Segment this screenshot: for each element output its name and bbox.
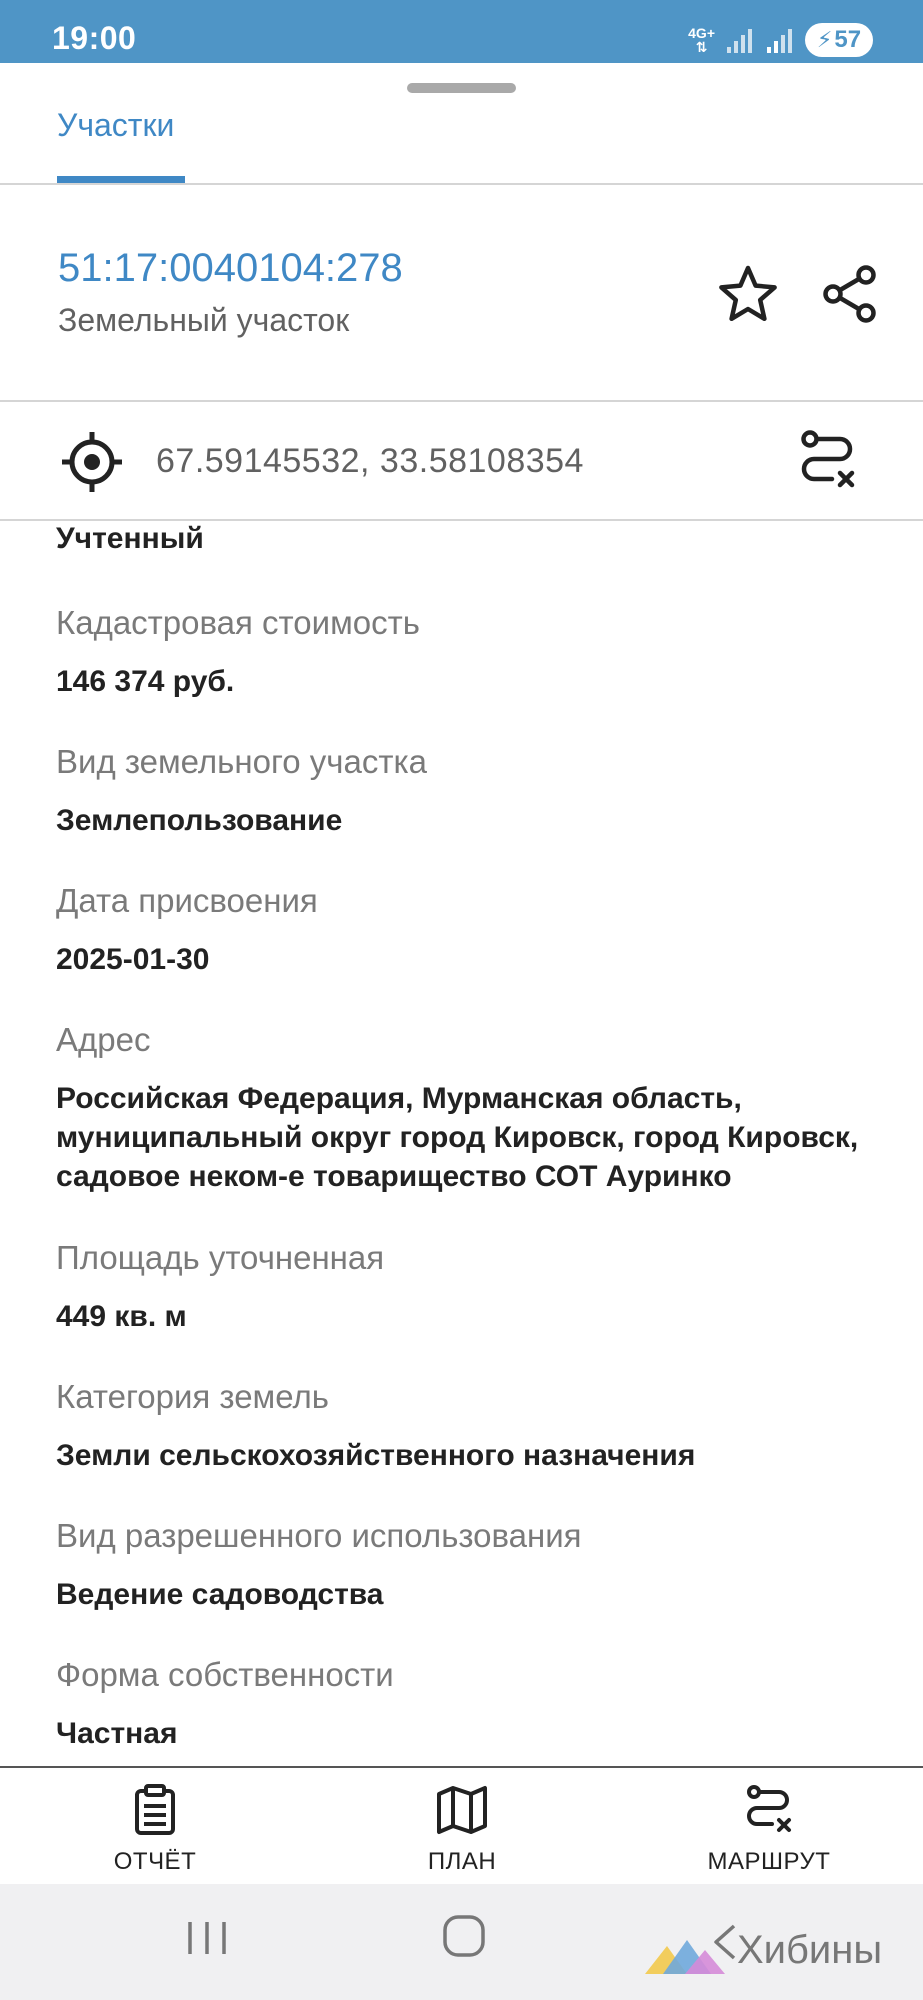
plan-label: ПЛАН [427, 1848, 497, 1875]
field-label: Дата присвоения [56, 882, 318, 919]
battery-indicator: ⚡ 57 [805, 23, 873, 57]
home-icon[interactable] [442, 1914, 486, 1958]
field-assign-date: Дата присвоения 2025-01-30 [56, 882, 916, 979]
map-icon [437, 1786, 487, 1834]
cadastral-number[interactable]: 51:17:0040104:278 [58, 246, 403, 291]
tab-active-indicator [57, 176, 185, 183]
object-type: Земельный участок [58, 302, 350, 338]
parcel-details: Учтенный Кадастровая стоимость 146 374 р… [0, 522, 923, 1766]
coordinates-row: 67.59145532, 33.58108354 [0, 402, 923, 521]
field-value: Землепользование [56, 804, 343, 837]
field-label: Площадь уточненная [56, 1239, 385, 1276]
bottom-navigation: ОТЧЁТ ПЛАН МАРШРУТ [0, 1766, 923, 1884]
signal-icon-2 [767, 29, 792, 53]
field-value: 146 374 руб. [56, 665, 235, 698]
recent-apps-icon[interactable] [186, 1918, 228, 1958]
report-button[interactable]: ОТЧЁТ [55, 1768, 255, 1886]
watermark-text: Хибины [737, 1928, 883, 1972]
field-land-category: Категория земель Земли сельскохозяйствен… [56, 1378, 916, 1475]
field-value: 449 кв. м [56, 1300, 187, 1333]
route-icon[interactable] [796, 429, 860, 493]
report-label: ОТЧЁТ [113, 1848, 197, 1875]
field-value: 2025-01-30 [56, 943, 210, 976]
parcel-header: 51:17:0040104:278 Земельный участок [0, 186, 923, 402]
field-label: Форма собственности [56, 1656, 394, 1693]
field-label: Вид разрешенного использования [56, 1517, 582, 1554]
field-land-kind: Вид земельного участка Землепользование [56, 743, 916, 840]
route-icon [747, 1785, 791, 1832]
data-arrows-icon: ⇅ [695, 39, 708, 55]
system-navigation-bar: Хибины [0, 1884, 923, 2000]
status-time: 19:00 [52, 20, 137, 56]
network-type: 4G+ ⇅ [688, 25, 715, 55]
sheet-drag-handle[interactable] [407, 83, 516, 93]
route-button[interactable]: МАРШРУТ [669, 1768, 869, 1886]
charging-icon: ⚡ [816, 27, 833, 52]
field-label: Категория земель [56, 1378, 329, 1415]
status-indicators: 4G+ ⇅ ⚡ 57 [688, 22, 873, 58]
coordinates-text[interactable]: 67.59145532, 33.58108354 [156, 442, 584, 481]
tab-bar: Участки [0, 95, 923, 185]
plan-button[interactable]: ПЛАН [362, 1768, 562, 1886]
tab-parcels[interactable]: Участки [57, 107, 174, 144]
share-icon[interactable] [818, 262, 882, 326]
field-label: Кадастровая стоимость [56, 604, 420, 641]
field-value: Ведение садоводства [56, 1578, 384, 1611]
field-label: Адрес [56, 1021, 151, 1058]
signal-icon [727, 29, 752, 53]
field-value: Частная [56, 1717, 178, 1750]
field-area: Площадь уточненная 449 кв. м [56, 1239, 916, 1336]
route-label: МАРШРУТ [707, 1848, 831, 1875]
status-value: Учтенный [56, 522, 204, 555]
clipboard-icon [135, 1784, 175, 1835]
field-ownership: Форма собственности Частная [56, 1656, 916, 1753]
field-address: Адрес Российская Федерация, Мурманская о… [56, 1021, 916, 1196]
field-cadastral-cost: Кадастровая стоимость 146 374 руб. [56, 604, 916, 701]
status-bar: 19:00 4G+ ⇅ ⚡ 57 [0, 0, 923, 63]
field-permitted-use: Вид разрешенного использования Ведение с… [56, 1517, 916, 1614]
location-target-icon[interactable] [60, 430, 124, 494]
field-value: Российская Федерация, Мурманская область… [56, 1082, 859, 1193]
favorite-star-icon[interactable] [716, 262, 780, 326]
khibiny-logo-icon [645, 1940, 725, 1974]
field-value: Земли сельскохозяйственного назначения [56, 1439, 696, 1472]
field-label: Вид земельного участка [56, 743, 427, 780]
